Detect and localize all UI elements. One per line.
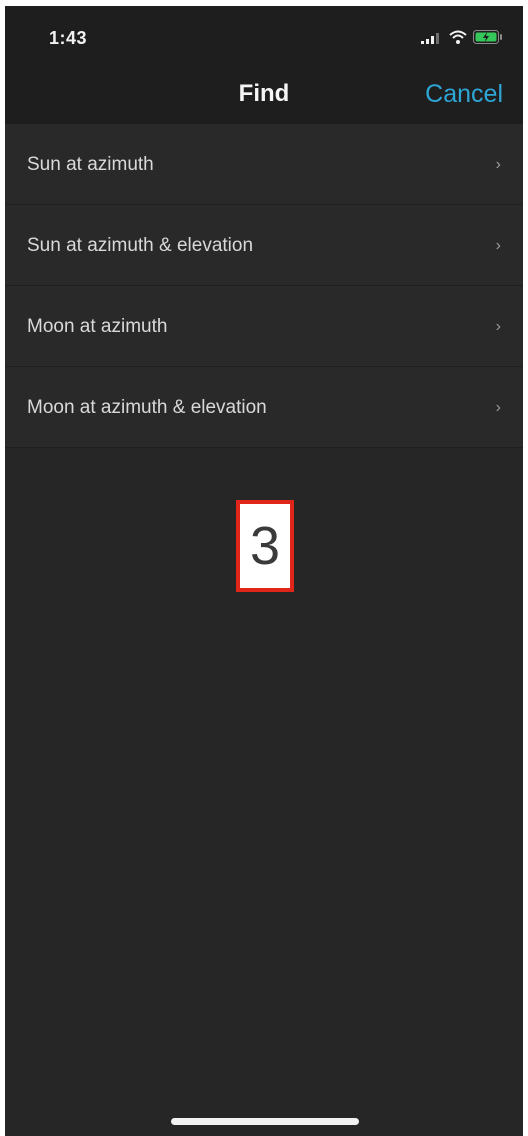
chevron-right-icon: › bbox=[495, 399, 501, 416]
list-item-label: Moon at azimuth & elevation bbox=[27, 397, 267, 418]
status-icons bbox=[421, 30, 503, 49]
chevron-right-icon: › bbox=[495, 156, 501, 173]
list-item-sun-azimuth[interactable]: Sun at azimuth › bbox=[5, 124, 523, 205]
list-item-moon-azimuth-elevation[interactable]: Moon at azimuth & elevation › bbox=[5, 367, 523, 448]
find-options-list: Sun at azimuth › Sun at azimuth & elevat… bbox=[5, 124, 523, 448]
status-bar: 1:43 bbox=[5, 6, 523, 66]
cancel-button[interactable]: Cancel bbox=[425, 80, 503, 109]
list-item-moon-azimuth[interactable]: Moon at azimuth › bbox=[5, 286, 523, 367]
annotation-number-badge: 3 bbox=[236, 500, 294, 592]
status-time: 1:43 bbox=[49, 28, 88, 48]
list-item-label: Moon at azimuth bbox=[27, 316, 168, 337]
battery-charging-icon bbox=[473, 30, 503, 49]
home-indicator[interactable] bbox=[171, 1118, 359, 1125]
signal-icon bbox=[421, 31, 443, 49]
list-item-label: Sun at azimuth & elevation bbox=[27, 235, 254, 256]
app-screen: 1:43 Find Cancel Sun at azimuth › Sun at… bbox=[5, 6, 523, 1136]
wifi-icon bbox=[449, 30, 467, 49]
list-item-sun-azimuth-elevation[interactable]: Sun at azimuth & elevation › bbox=[5, 205, 523, 286]
list-item-label: Sun at azimuth bbox=[27, 154, 154, 175]
chevron-right-icon: › bbox=[495, 318, 501, 335]
chevron-right-icon: › bbox=[495, 237, 501, 254]
navigation-bar: Find Cancel bbox=[5, 66, 523, 126]
